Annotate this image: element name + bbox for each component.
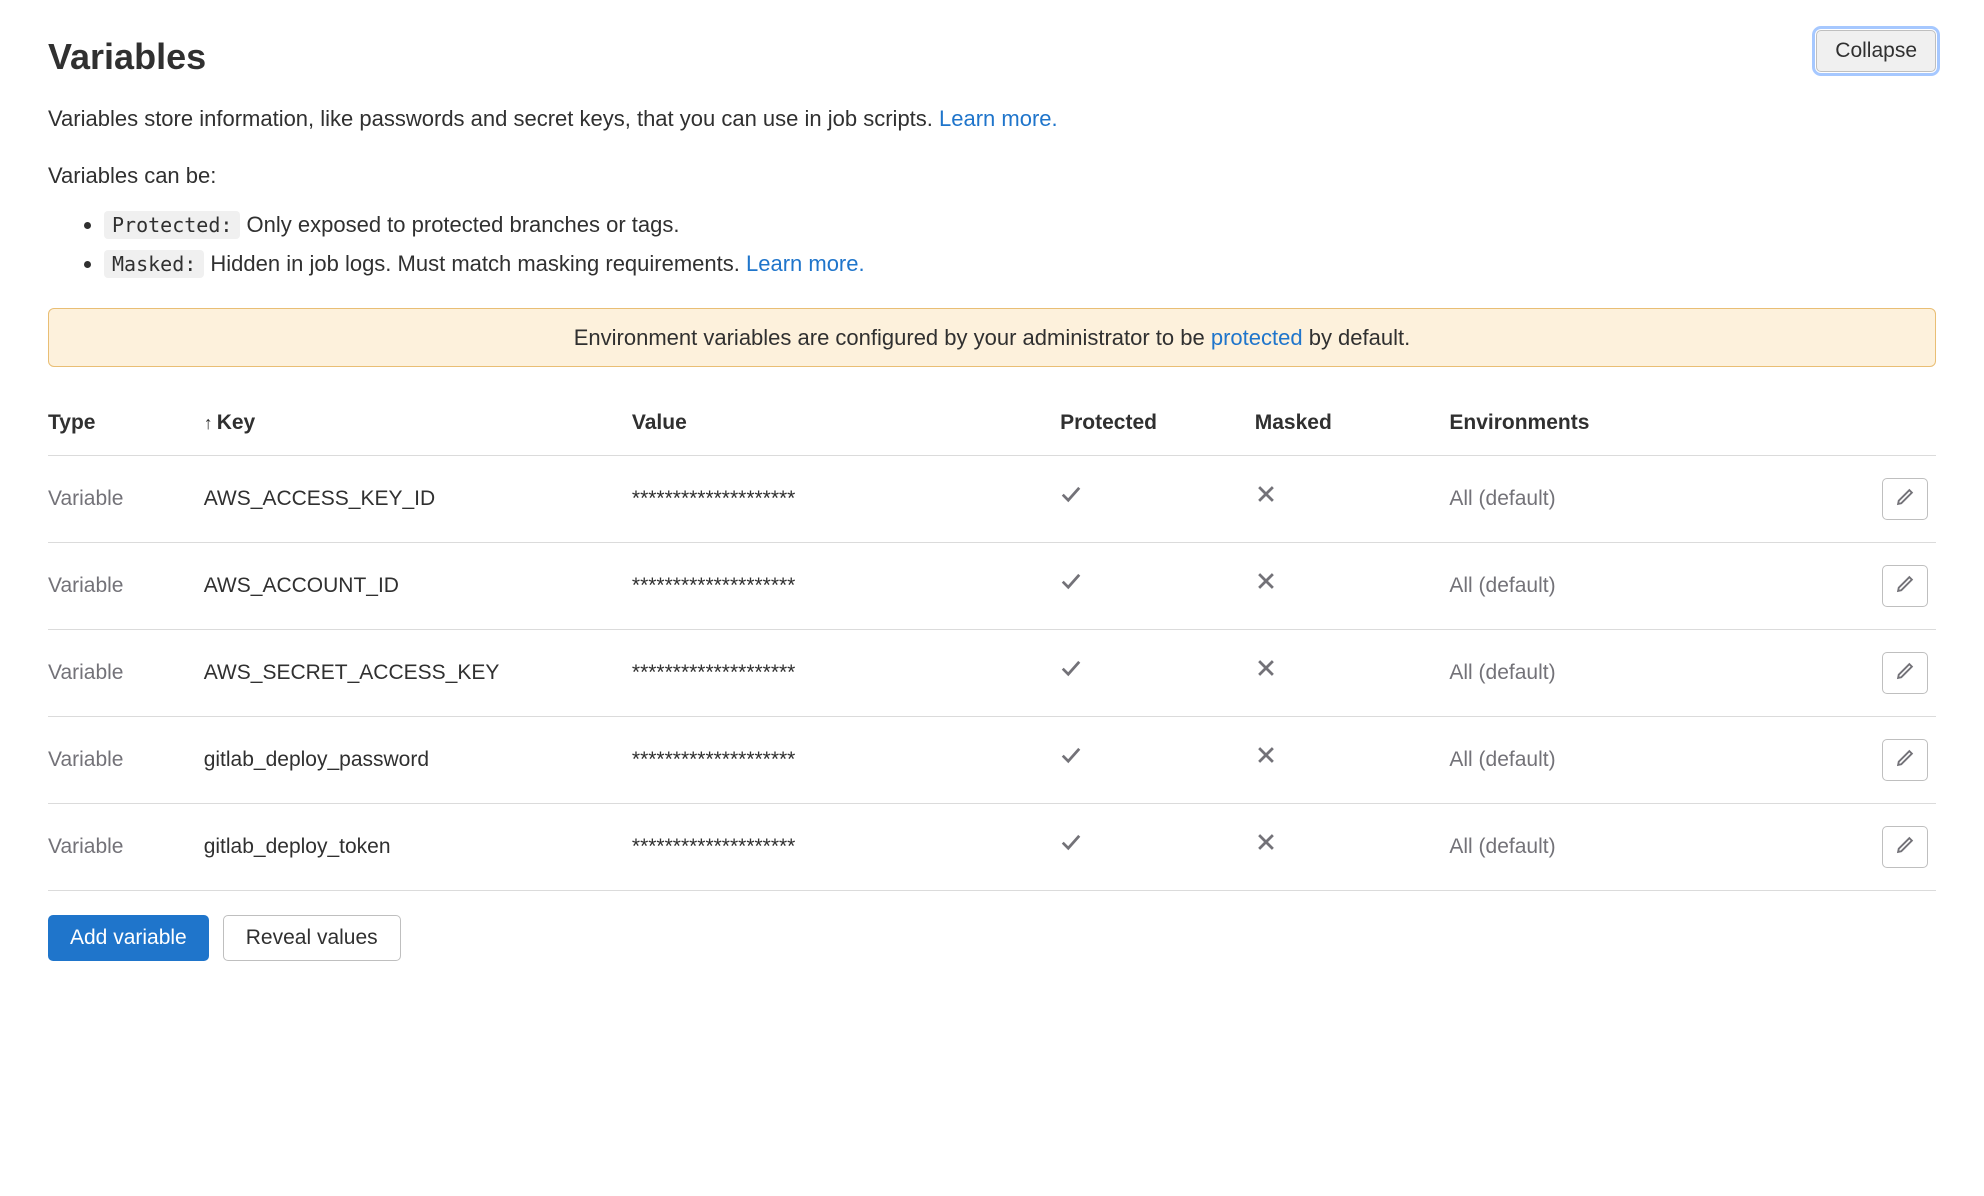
- table-row: VariableAWS_SECRET_ACCESS_KEY***********…: [48, 629, 1936, 716]
- table-row: VariableAWS_ACCESS_KEY_ID***************…: [48, 455, 1936, 542]
- learn-more-link[interactable]: Learn more.: [939, 106, 1058, 131]
- x-icon: [1255, 570, 1277, 592]
- check-icon: [1060, 657, 1082, 679]
- cell-environments: All (default): [1449, 803, 1838, 890]
- cell-masked: [1255, 629, 1450, 716]
- cell-protected: [1060, 803, 1255, 890]
- cell-protected: [1060, 629, 1255, 716]
- column-header-key-label: Key: [217, 411, 256, 434]
- column-header-masked[interactable]: Masked: [1255, 395, 1450, 455]
- pencil-icon: [1895, 574, 1915, 597]
- banner-suffix: by default.: [1303, 325, 1411, 350]
- cell-value: ********************: [632, 455, 1060, 542]
- type-protected-item: Protected: Only exposed to protected bra…: [104, 208, 1936, 241]
- check-icon: [1060, 483, 1082, 505]
- cell-value: ********************: [632, 803, 1060, 890]
- column-header-key[interactable]: ↑Key: [204, 395, 632, 455]
- column-header-actions: [1839, 395, 1936, 455]
- cell-value: ********************: [632, 629, 1060, 716]
- masked-tag: Masked:: [104, 250, 204, 278]
- cell-masked: [1255, 455, 1450, 542]
- protected-text: Only exposed to protected branches or ta…: [240, 212, 679, 237]
- cell-key: AWS_ACCOUNT_ID: [204, 542, 632, 629]
- pencil-icon: [1895, 748, 1915, 771]
- check-icon: [1060, 744, 1082, 766]
- variables-description: Variables store information, like passwo…: [48, 102, 1936, 135]
- x-icon: [1255, 744, 1277, 766]
- table-row: VariableAWS_ACCOUNT_ID******************…: [48, 542, 1936, 629]
- banner-protected-link[interactable]: protected: [1211, 325, 1303, 350]
- add-variable-button[interactable]: Add variable: [48, 915, 209, 961]
- cell-protected: [1060, 716, 1255, 803]
- cell-key: AWS_SECRET_ACCESS_KEY: [204, 629, 632, 716]
- cell-environments: All (default): [1449, 716, 1838, 803]
- cell-value: ********************: [632, 542, 1060, 629]
- cell-masked: [1255, 542, 1450, 629]
- info-banner: Environment variables are configured by …: [48, 308, 1936, 367]
- pencil-icon: [1895, 661, 1915, 684]
- edit-variable-button[interactable]: [1882, 739, 1928, 781]
- column-header-environments[interactable]: Environments: [1449, 395, 1838, 455]
- collapse-button[interactable]: Collapse: [1816, 30, 1936, 72]
- column-header-type[interactable]: Type: [48, 395, 204, 455]
- table-row: Variablegitlab_deploy_password**********…: [48, 716, 1936, 803]
- sort-ascending-icon: ↑: [204, 413, 213, 433]
- cell-protected: [1060, 542, 1255, 629]
- reveal-values-button[interactable]: Reveal values: [223, 915, 401, 961]
- cell-key: AWS_ACCESS_KEY_ID: [204, 455, 632, 542]
- pencil-icon: [1895, 835, 1915, 858]
- x-icon: [1255, 657, 1277, 679]
- x-icon: [1255, 483, 1277, 505]
- edit-variable-button[interactable]: [1882, 826, 1928, 868]
- edit-variable-button[interactable]: [1882, 478, 1928, 520]
- cell-masked: [1255, 803, 1450, 890]
- cell-type: Variable: [48, 716, 204, 803]
- column-header-value[interactable]: Value: [632, 395, 1060, 455]
- edit-variable-button[interactable]: [1882, 652, 1928, 694]
- cell-key: gitlab_deploy_token: [204, 803, 632, 890]
- pencil-icon: [1895, 487, 1915, 510]
- masked-learn-more-link[interactable]: Learn more.: [746, 251, 865, 276]
- cell-environments: All (default): [1449, 629, 1838, 716]
- check-icon: [1060, 570, 1082, 592]
- cell-value: ********************: [632, 716, 1060, 803]
- cell-environments: All (default): [1449, 455, 1838, 542]
- protected-tag: Protected:: [104, 211, 240, 239]
- cell-key: gitlab_deploy_password: [204, 716, 632, 803]
- type-masked-item: Masked: Hidden in job logs. Must match m…: [104, 247, 1936, 280]
- cell-type: Variable: [48, 629, 204, 716]
- cell-masked: [1255, 716, 1450, 803]
- cell-protected: [1060, 455, 1255, 542]
- description-text: Variables store information, like passwo…: [48, 106, 939, 131]
- masked-text: Hidden in job logs. Must match masking r…: [204, 251, 746, 276]
- check-icon: [1060, 831, 1082, 853]
- cell-type: Variable: [48, 542, 204, 629]
- x-icon: [1255, 831, 1277, 853]
- banner-prefix: Environment variables are configured by …: [574, 325, 1211, 350]
- cell-environments: All (default): [1449, 542, 1838, 629]
- cell-type: Variable: [48, 455, 204, 542]
- page-title: Variables: [48, 30, 206, 84]
- types-intro: Variables can be:: [48, 159, 1936, 192]
- table-row: Variablegitlab_deploy_token*************…: [48, 803, 1936, 890]
- variable-types-list: Protected: Only exposed to protected bra…: [48, 208, 1936, 280]
- cell-type: Variable: [48, 803, 204, 890]
- edit-variable-button[interactable]: [1882, 565, 1928, 607]
- variables-table: Type ↑Key Value Protected Masked Environ…: [48, 395, 1936, 891]
- column-header-protected[interactable]: Protected: [1060, 395, 1255, 455]
